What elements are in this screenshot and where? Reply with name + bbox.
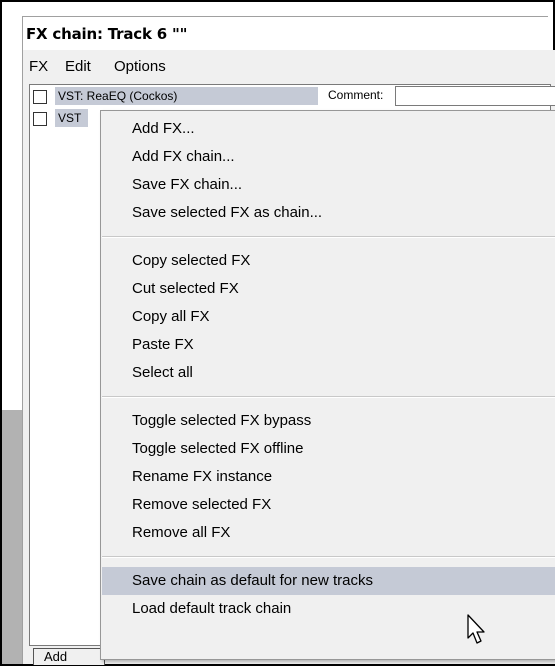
menu-item-label: Save FX chain... <box>132 176 243 193</box>
menu-item-label: Cut selected FX <box>132 280 239 297</box>
mouse-pointer-icon <box>467 614 485 644</box>
menu-item-label: Copy all FX <box>132 308 210 325</box>
menu-item[interactable]: Add FX chain... <box>102 143 555 171</box>
menu-item-label: Select all <box>132 364 193 381</box>
fx-enable-checkbox[interactable] <box>33 112 47 126</box>
menu-item[interactable]: Copy selected FX <box>102 247 555 275</box>
menu-item-label: Toggle selected FX offline <box>132 440 304 457</box>
context-menu: Add FX... Add FX chain... Save FX chain...… <box>100 110 555 660</box>
menu-item[interactable]: Toggle selected FX offline <box>102 435 555 463</box>
menu-item[interactable]: Cut selected FX <box>102 275 555 303</box>
menu-separator <box>102 556 555 558</box>
menu-item-label: Add FX... <box>132 120 195 137</box>
menu-item[interactable]: Rename FX instance <box>102 463 555 491</box>
title-bar: FX chain: Track 6 "" <box>22 16 548 51</box>
menu-separator <box>102 396 555 398</box>
menu-item-label: Save selected FX as chain... <box>132 204 323 221</box>
menu-item[interactable]: Toggle selected FX bypass <box>102 407 555 435</box>
menu-item-label: Paste FX <box>132 336 194 353</box>
menu-item[interactable]: Paste FX <box>102 331 555 359</box>
window-title: FX chain: Track 6 "" <box>26 25 188 43</box>
comment-label: Comment: <box>328 88 384 102</box>
menu-item-label: Toggle selected FX bypass <box>132 412 312 429</box>
menu-item[interactable]: Save selected FX as chain... <box>102 199 555 227</box>
menu-item-label: Copy selected FX <box>132 252 251 269</box>
menu-options[interactable]: Options <box>114 58 166 75</box>
menu-separator <box>102 236 555 238</box>
fx-list-item[interactable]: VST: ReaEQ (Cockos) <box>29 86 329 106</box>
fx-enable-checkbox[interactable] <box>33 90 47 104</box>
menu-item[interactable]: Remove all FX <box>102 519 555 547</box>
menu-bar: FX Edit Options <box>23 50 555 80</box>
background-region <box>2 410 22 664</box>
add-button[interactable]: Add <box>33 648 105 665</box>
menu-item-label: Add FX chain... <box>132 148 235 165</box>
menu-item-label: Rename FX instance <box>132 468 273 485</box>
fx-name[interactable]: VST: ReaEQ (Cockos) <box>55 87 318 105</box>
menu-item[interactable]: Save chain as default for new tracks <box>102 567 555 595</box>
menu-edit[interactable]: Edit <box>65 58 91 75</box>
menu-item[interactable]: Copy all FX <box>102 303 555 331</box>
menu-item-label: Remove selected FX <box>132 496 272 513</box>
menu-item-label: Remove all FX <box>132 524 231 541</box>
menu-fx[interactable]: FX <box>29 58 48 75</box>
menu-item-label: Save chain as default for new tracks <box>132 572 373 589</box>
menu-item-label: Load default track chain <box>132 600 292 617</box>
fx-name[interactable]: VST <box>55 109 88 127</box>
menu-item[interactable]: Save FX chain... <box>102 171 555 199</box>
menu-item[interactable]: Add FX... <box>102 115 555 143</box>
menu-item[interactable]: Select all <box>102 359 555 387</box>
comment-input[interactable] <box>395 86 555 106</box>
menu-item[interactable]: Remove selected FX <box>102 491 555 519</box>
